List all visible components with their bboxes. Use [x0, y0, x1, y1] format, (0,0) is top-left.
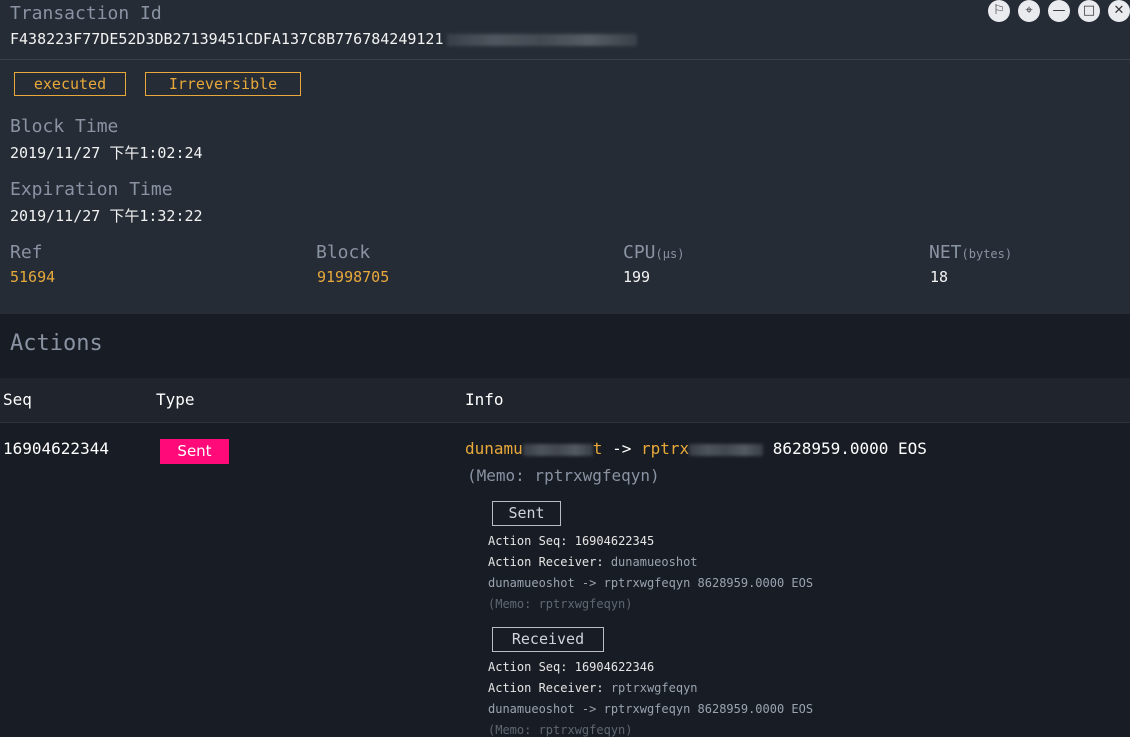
- sub-action-transfer-line: dunamueoshot -> rptrxwgfeqyn 8628959.000…: [488, 576, 814, 590]
- cpu-value: 199: [623, 268, 651, 286]
- transaction-summary-panel: Transaction Id F438223F77DE52D3DB2713945…: [0, 0, 1130, 314]
- redacted-blur: [447, 33, 638, 46]
- transaction-id-label: Transaction Id: [10, 3, 162, 24]
- memo-text: (Memo: rptrxwgfeqyn): [467, 466, 660, 485]
- ref-value: 51694: [10, 268, 56, 286]
- arrow-text: ->: [612, 439, 632, 458]
- sub-action-sent-box: Sent: [492, 501, 561, 526]
- divider: [0, 59, 1130, 60]
- expiration-time-value: 2019/11/27 下午1:32:22: [10, 207, 203, 225]
- sub-action-transfer-line: dunamueoshot -> rptrxwgfeqyn 8628959.000…: [488, 702, 814, 716]
- ref-label: Ref: [10, 242, 43, 263]
- amount-text: 8628959.0000 EOS: [772, 439, 927, 458]
- sub-action-receiver: Action Receiver: rptrxwgfeqyn: [488, 681, 698, 695]
- sub-action-seq-value: 16904622346: [574, 660, 655, 674]
- sub-action-received-box: Received: [492, 627, 604, 652]
- redacted-blur: [522, 443, 593, 456]
- sub-action-seq: Action Seq: 16904622346: [488, 660, 654, 674]
- to-account-link[interactable]: rptrx: [641, 439, 689, 458]
- status-badge-irreversible: Irreversible: [145, 72, 301, 96]
- sub-action-receiver-label: Action Receiver:: [488, 681, 604, 695]
- sub-action-seq-label: Action Seq:: [488, 534, 568, 548]
- transaction-id-value: F438223F77DE52D3DB27139451CDFA137C8B7767…: [10, 30, 444, 48]
- sub-action-seq: Action Seq: 16904622345: [488, 534, 654, 548]
- sub-action-receiver-value[interactable]: rptrxwgfeqyn: [611, 681, 698, 695]
- sub-action-seq-value: 16904622345: [574, 534, 655, 548]
- close-icon[interactable]: ✕: [1108, 0, 1130, 22]
- cpu-unit: (µs): [655, 247, 685, 261]
- column-header-type: Type: [156, 390, 195, 409]
- actions-table-header: Seq Type Info: [0, 378, 1130, 423]
- expiration-time-label: Expiration Time: [10, 179, 173, 200]
- net-label-text: NET: [929, 242, 962, 263]
- block-time-label: Block Time: [10, 116, 119, 137]
- action-seq-value: 16904622344: [3, 439, 109, 458]
- sub-action-memo: (Memo: rptrxwgfeqyn): [488, 723, 633, 737]
- sub-action-receiver: Action Receiver: dunamueoshot: [488, 555, 698, 569]
- actions-title: Actions: [10, 331, 103, 356]
- cpu-label-text: CPU: [623, 242, 656, 263]
- block-time-value: 2019/11/27 下午1:02:24: [10, 144, 203, 162]
- net-label: NET(bytes): [929, 242, 1012, 263]
- redacted-blur: [689, 443, 764, 456]
- window-controls: ⚐ ⌖ — □ ✕: [988, 0, 1130, 22]
- sub-action-memo: (Memo: rptrxwgfeqyn): [488, 597, 633, 611]
- sub-action-receiver-label: Action Receiver:: [488, 555, 604, 569]
- action-type-badge: Sent: [160, 439, 229, 464]
- net-unit: (bytes): [961, 247, 1013, 261]
- status-badge-executed: executed: [14, 72, 126, 96]
- shirt-icon[interactable]: ⚐: [988, 0, 1010, 22]
- net-value: 18: [930, 268, 949, 286]
- sub-action-seq-label: Action Seq:: [488, 660, 568, 674]
- sub-action-receiver-value[interactable]: dunamueoshot: [611, 555, 698, 569]
- maximize-icon[interactable]: □: [1078, 0, 1100, 22]
- from-account-link[interactable]: dunamu: [465, 439, 523, 458]
- block-label: Block: [316, 242, 371, 263]
- block-value[interactable]: 91998705: [317, 268, 389, 286]
- column-header-seq: Seq: [3, 390, 32, 409]
- minimize-icon[interactable]: —: [1048, 0, 1070, 22]
- action-info-line: dunamu t -> rptrx 8628959.0000 EOS: [465, 439, 927, 458]
- transaction-id-row: F438223F77DE52D3DB27139451CDFA137C8B7767…: [10, 29, 638, 48]
- from-account-tail[interactable]: t: [593, 439, 603, 458]
- column-header-info: Info: [465, 390, 504, 409]
- cpu-label: CPU(µs): [623, 242, 684, 263]
- pin-icon[interactable]: ⌖: [1018, 0, 1040, 22]
